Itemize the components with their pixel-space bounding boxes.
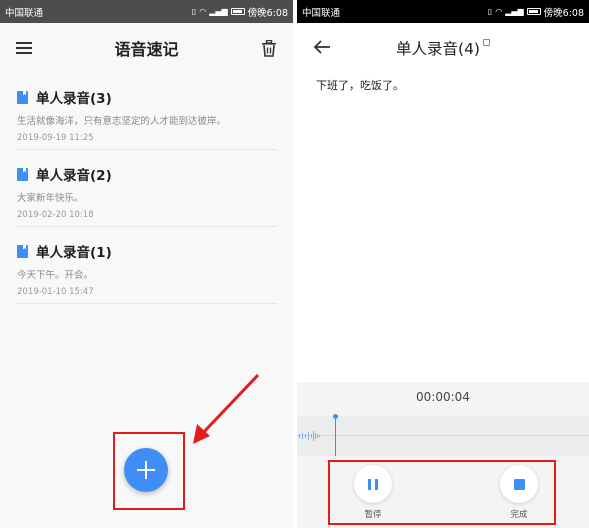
detail-app-bar: 单人录音(4)	[297, 23, 589, 71]
app-title: 语音速记	[114, 40, 179, 59]
note-preview: 生活就像海洋，只有意志坚定的人才能到达彼岸。	[17, 116, 227, 127]
status-icons: ▯ ◠ ▂▄▆ 傍晚6:08	[488, 5, 584, 19]
wifi-icon: ◠	[199, 7, 207, 16]
note-title: 单人录音(2)	[36, 168, 112, 184]
finish-button[interactable]	[500, 465, 538, 503]
transcript-text[interactable]: 下班了，吃饭了。	[297, 71, 589, 99]
list-item[interactable]: 单人录音(2) 大家新年快乐。 2019-02-20 10:18	[17, 150, 277, 227]
note-date: 2019-01-10 15:47	[17, 287, 94, 297]
note-date: 2019-09-19 11:25	[17, 133, 94, 143]
clock-label: 傍晚6:08	[543, 7, 584, 19]
carrier-label: 中国联通	[302, 7, 341, 19]
stop-icon	[513, 478, 525, 490]
waveform	[297, 414, 589, 456]
status-bar: 中国联通 ▯ ◠ ▂▄▆ 傍晚6:08	[297, 0, 589, 23]
menu-icon[interactable]	[16, 42, 32, 54]
note-date: 2019-02-20 10:18	[17, 210, 94, 220]
pause-icon	[366, 475, 380, 494]
note-title: 单人录音(1)	[36, 245, 112, 261]
note-bookmark-icon	[17, 90, 28, 104]
clock-label: 傍晚6:08	[247, 7, 288, 19]
status-bar: 中国联通 ▯ ◠ ▂▄▆ 傍晚6:08	[0, 0, 293, 23]
playhead[interactable]	[335, 416, 336, 456]
signal-icon: ▂▄▆	[209, 7, 228, 16]
pause-label: 暂停	[364, 510, 382, 520]
back-arrow-icon[interactable]	[313, 40, 331, 54]
note-preview: 大家新年快乐。	[17, 193, 84, 204]
vibrate-icon: ▯	[487, 7, 493, 16]
edit-icon[interactable]	[482, 39, 490, 46]
trash-icon[interactable]	[261, 39, 277, 57]
note-list-screen: 中国联通 ▯ ◠ ▂▄▆ 傍晚6:08 语音速记 单人录音(3) 生活就像海洋，…	[0, 0, 293, 528]
note-preview: 今天下午。开会。	[17, 270, 94, 281]
finish-label: 完成	[510, 510, 528, 520]
plus-icon	[137, 461, 155, 479]
pause-button[interactable]	[354, 465, 392, 503]
recorder-panel: 00:00:04 暂停 完成	[297, 382, 589, 528]
note-list: 单人录音(3) 生活就像海洋，只有意志坚定的人才能到达彼岸。 2019-09-1…	[0, 73, 293, 304]
waveform-baseline	[297, 435, 589, 436]
carrier-label: 中国联通	[5, 7, 44, 19]
note-bookmark-icon	[17, 244, 28, 258]
waveform-bars	[299, 431, 320, 441]
recording-screen: 中国联通 ▯ ◠ ▂▄▆ 傍晚6:08 单人录音(4) 下班了，吃饭了。 00:…	[297, 0, 589, 528]
recording-title: 单人录音(4)	[396, 40, 480, 58]
note-bookmark-icon	[17, 167, 28, 181]
playhead-handle[interactable]	[333, 414, 338, 419]
wifi-icon: ◠	[495, 7, 503, 16]
recording-timer: 00:00:04	[416, 390, 470, 404]
note-title: 单人录音(3)	[36, 91, 112, 107]
list-item[interactable]: 单人录音(3) 生活就像海洋，只有意志坚定的人才能到达彼岸。 2019-09-1…	[17, 73, 277, 150]
battery-icon	[230, 8, 245, 15]
vibrate-icon: ▯	[191, 7, 197, 16]
list-item[interactable]: 单人录音(1) 今天下午。开会。 2019-01-10 15:47	[17, 227, 277, 304]
status-icons: ▯ ◠ ▂▄▆ 傍晚6:08	[192, 5, 288, 19]
battery-icon	[526, 8, 541, 15]
screenshot-stage: 中国联通 ▯ ◠ ▂▄▆ 傍晚6:08 语音速记 单人录音(3) 生活就像海洋，…	[0, 0, 589, 528]
detail-title-wrap: 单人录音(4)	[297, 37, 589, 59]
signal-icon: ▂▄▆	[505, 7, 524, 16]
add-note-button[interactable]	[124, 448, 168, 492]
app-bar: 语音速记	[0, 23, 293, 73]
